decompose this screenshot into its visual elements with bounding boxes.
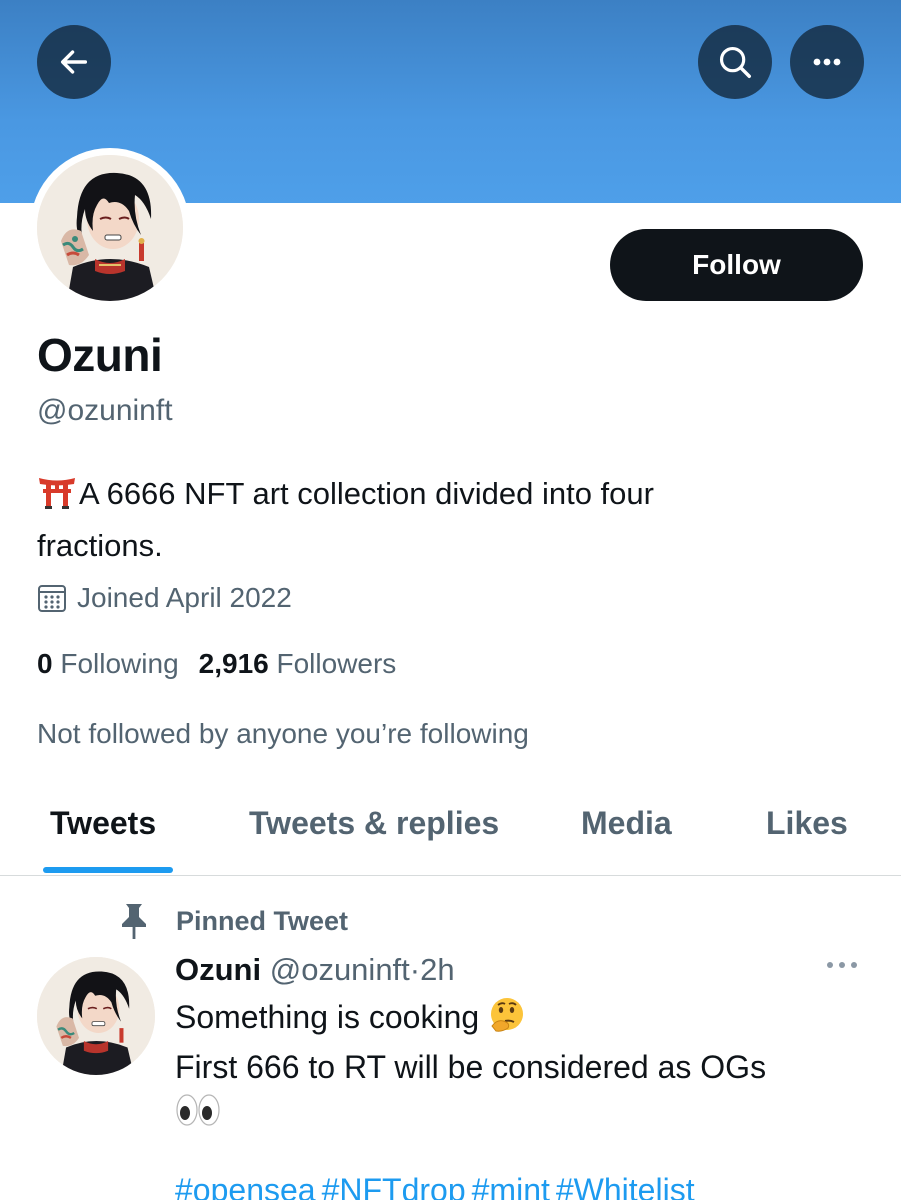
follow-counts: 0 Following 2,916 Followers	[37, 648, 396, 680]
tweet-time[interactable]: 2h	[420, 952, 454, 987]
tweet-line-1: Something is cooking	[175, 995, 865, 1045]
search-icon	[719, 46, 751, 78]
pinned-tweet-label: Pinned Tweet	[118, 902, 348, 940]
more-horizontal-icon	[827, 962, 857, 968]
tweet-text-line-1: Something is cooking	[175, 999, 480, 1035]
tweet-body: Something is cooking First 666 to RT wil…	[175, 995, 865, 1139]
followers-label: Followers	[276, 648, 397, 679]
hashtag-mint[interactable]: #mint	[472, 1172, 550, 1200]
search-button[interactable]	[698, 25, 772, 99]
hashtag-whitelist[interactable]: #Whitelist	[556, 1172, 695, 1200]
torii-gate-emoji	[37, 475, 77, 522]
following-label: Following	[60, 648, 179, 679]
profile-tabs: Tweets Tweets & replies Media Likes	[0, 795, 901, 876]
hashtag-opensea[interactable]: #opensea	[175, 1172, 316, 1200]
tab-likes[interactable]: Likes	[766, 805, 848, 842]
mutual-followers-note: Not followed by anyone you’re following	[37, 718, 529, 749]
calendar-icon	[38, 585, 66, 612]
more-horizontal-icon	[813, 58, 841, 66]
following-link[interactable]: 0 Following	[37, 648, 179, 680]
tweet-author-avatar[interactable]	[37, 957, 155, 1075]
tweet-line-3	[175, 1089, 865, 1139]
bio-line-1: A 6666 NFT art collection divided into f…	[79, 476, 654, 511]
profile-page: Follow Ozuni @ozuninft A 6666 NFT art co…	[0, 0, 901, 1200]
follow-button[interactable]: Follow	[610, 229, 863, 301]
hashtag-nftdrop[interactable]: #NFTdrop	[322, 1172, 466, 1200]
tab-tweets-and-replies[interactable]: Tweets & replies	[249, 805, 499, 842]
profile-bio: A 6666 NFT art collection divided into f…	[37, 470, 837, 569]
pin-icon	[122, 904, 146, 939]
tweet-header: Ozuni @ozuninft·2h	[175, 952, 455, 988]
active-tab-indicator	[43, 867, 173, 873]
tab-media[interactable]: Media	[581, 805, 672, 842]
profile-avatar[interactable]	[30, 148, 190, 308]
tweet-author-name[interactable]: Ozuni	[175, 952, 261, 987]
joined-text: Joined April 2022	[77, 582, 292, 613]
profile-display-name: Ozuni	[37, 329, 163, 381]
thinking-face-emoji	[488, 996, 526, 1045]
pinned-tweet-text: Pinned Tweet	[176, 905, 349, 936]
followers-link[interactable]: 2,916 Followers	[199, 648, 397, 680]
profile-handle: @ozuninft	[37, 394, 173, 427]
followers-count: 2,916	[198, 648, 269, 679]
more-options-button[interactable]	[790, 25, 864, 99]
tweet-separator: ·	[409, 952, 421, 987]
following-count: 0	[37, 648, 53, 679]
tab-tweets[interactable]: Tweets	[50, 805, 156, 842]
tweet-hashtags: #opensea #NFTdrop #mint #Whitelist	[175, 1172, 701, 1200]
tweet-author-handle[interactable]: @ozuninft	[270, 952, 410, 987]
arrow-left-icon	[60, 50, 88, 74]
bio-line-2: fractions.	[37, 528, 163, 563]
eyes-emoji	[175, 1092, 221, 1139]
tweet-more-button[interactable]	[824, 958, 860, 976]
avatar-image	[37, 957, 155, 1075]
back-button[interactable]	[37, 25, 111, 99]
tweet-text-line-2: First 666 to RT will be considered as OG…	[175, 1049, 767, 1085]
avatar-image	[37, 155, 183, 301]
joined-date: Joined April 2022	[37, 582, 292, 614]
